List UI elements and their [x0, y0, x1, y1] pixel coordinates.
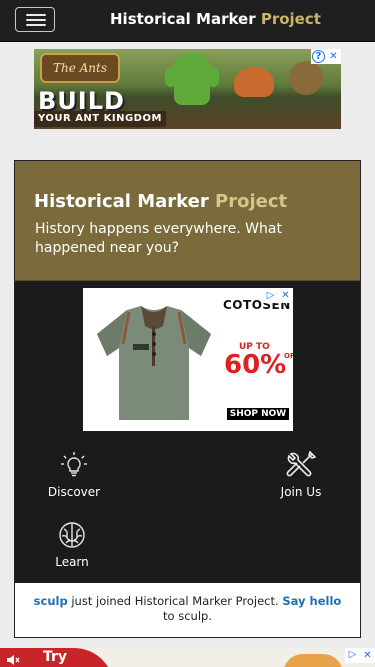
feature-label: Join Us: [280, 485, 322, 499]
top-navbar: Historical Marker Project: [0, 0, 375, 42]
feature-learn-link[interactable]: Learn: [47, 521, 97, 569]
tools-icon: [286, 451, 316, 477]
ad-controls: ▷ ✕: [345, 648, 375, 663]
site-brand-link[interactable]: Historical Marker Project: [110, 10, 321, 28]
ad-food-image: [283, 654, 343, 667]
ad-discount-percent: 60%: [224, 350, 287, 380]
hero-title-main: Historical Marker: [34, 191, 209, 212]
ad-cactus-character: [165, 53, 219, 105]
feature-label: Discover: [47, 485, 101, 499]
activity-text-end: to sculp.: [163, 609, 212, 623]
brain-icon: [59, 522, 85, 548]
ad-choices-icon[interactable]: ▷: [346, 649, 359, 662]
ad-decoration: [289, 61, 323, 95]
hero-title: Historical Marker Project: [34, 191, 287, 212]
ad-controls: ▷ ✕: [263, 288, 293, 303]
hero-banner: Historical Marker Project History happen…: [15, 161, 360, 281]
welcome-card: Historical Marker Project History happen…: [14, 160, 361, 638]
ad-close-icon[interactable]: ✕: [326, 49, 341, 64]
ad-decoration: [234, 67, 274, 97]
brand-main: Historical Marker: [110, 10, 256, 28]
ad-try-label: Try: [43, 649, 68, 665]
user-link[interactable]: sculp: [34, 594, 68, 608]
hamburger-line: [26, 19, 46, 21]
brand-accent: Project: [260, 10, 321, 28]
bottom-sticky-ad[interactable]: Try ▷ ✕: [0, 648, 375, 667]
menu-toggle-button[interactable]: [15, 7, 55, 32]
hamburger-line: [26, 24, 46, 26]
activity-text: just joined Historical Marker Project.: [71, 594, 279, 608]
activity-message: sculp just joined Historical Marker Proj…: [15, 583, 360, 637]
ad-shirt-image: [97, 306, 211, 420]
feature-label: Learn: [55, 555, 89, 569]
ad-off-label: OFF: [284, 352, 293, 360]
ad-close-icon[interactable]: ✕: [278, 288, 293, 303]
top-banner-ad[interactable]: The Ants BUILD YOUR ANT KINGDOM ? ✕: [34, 49, 341, 129]
hamburger-line: [26, 14, 46, 16]
ad-choices-icon[interactable]: ▷: [264, 289, 277, 302]
feature-discover-link[interactable]: Discover: [41, 451, 107, 499]
ad-subline: YOUR ANT KINGDOM: [34, 111, 166, 127]
ad-info-icon[interactable]: ?: [312, 50, 325, 63]
feature-join-link[interactable]: Join Us: [269, 451, 333, 499]
ad-shop-now-button[interactable]: SHOP NOW: [227, 408, 289, 420]
ad-controls: ? ✕: [311, 49, 341, 64]
hero-title-accent: Project: [215, 191, 288, 212]
mute-icon[interactable]: [6, 653, 20, 667]
shirt-ad[interactable]: COTOSEN UP TO 60% OFF SHOP NOW ▷ ✕: [83, 288, 293, 431]
hero-tagline: History happens everywhere. What happene…: [35, 221, 282, 256]
ad-game-logo: The Ants: [40, 53, 120, 83]
lightbulb-icon: [61, 452, 87, 477]
say-hello-link[interactable]: Say hello: [282, 594, 341, 608]
ad-close-icon[interactable]: ✕: [360, 648, 375, 663]
